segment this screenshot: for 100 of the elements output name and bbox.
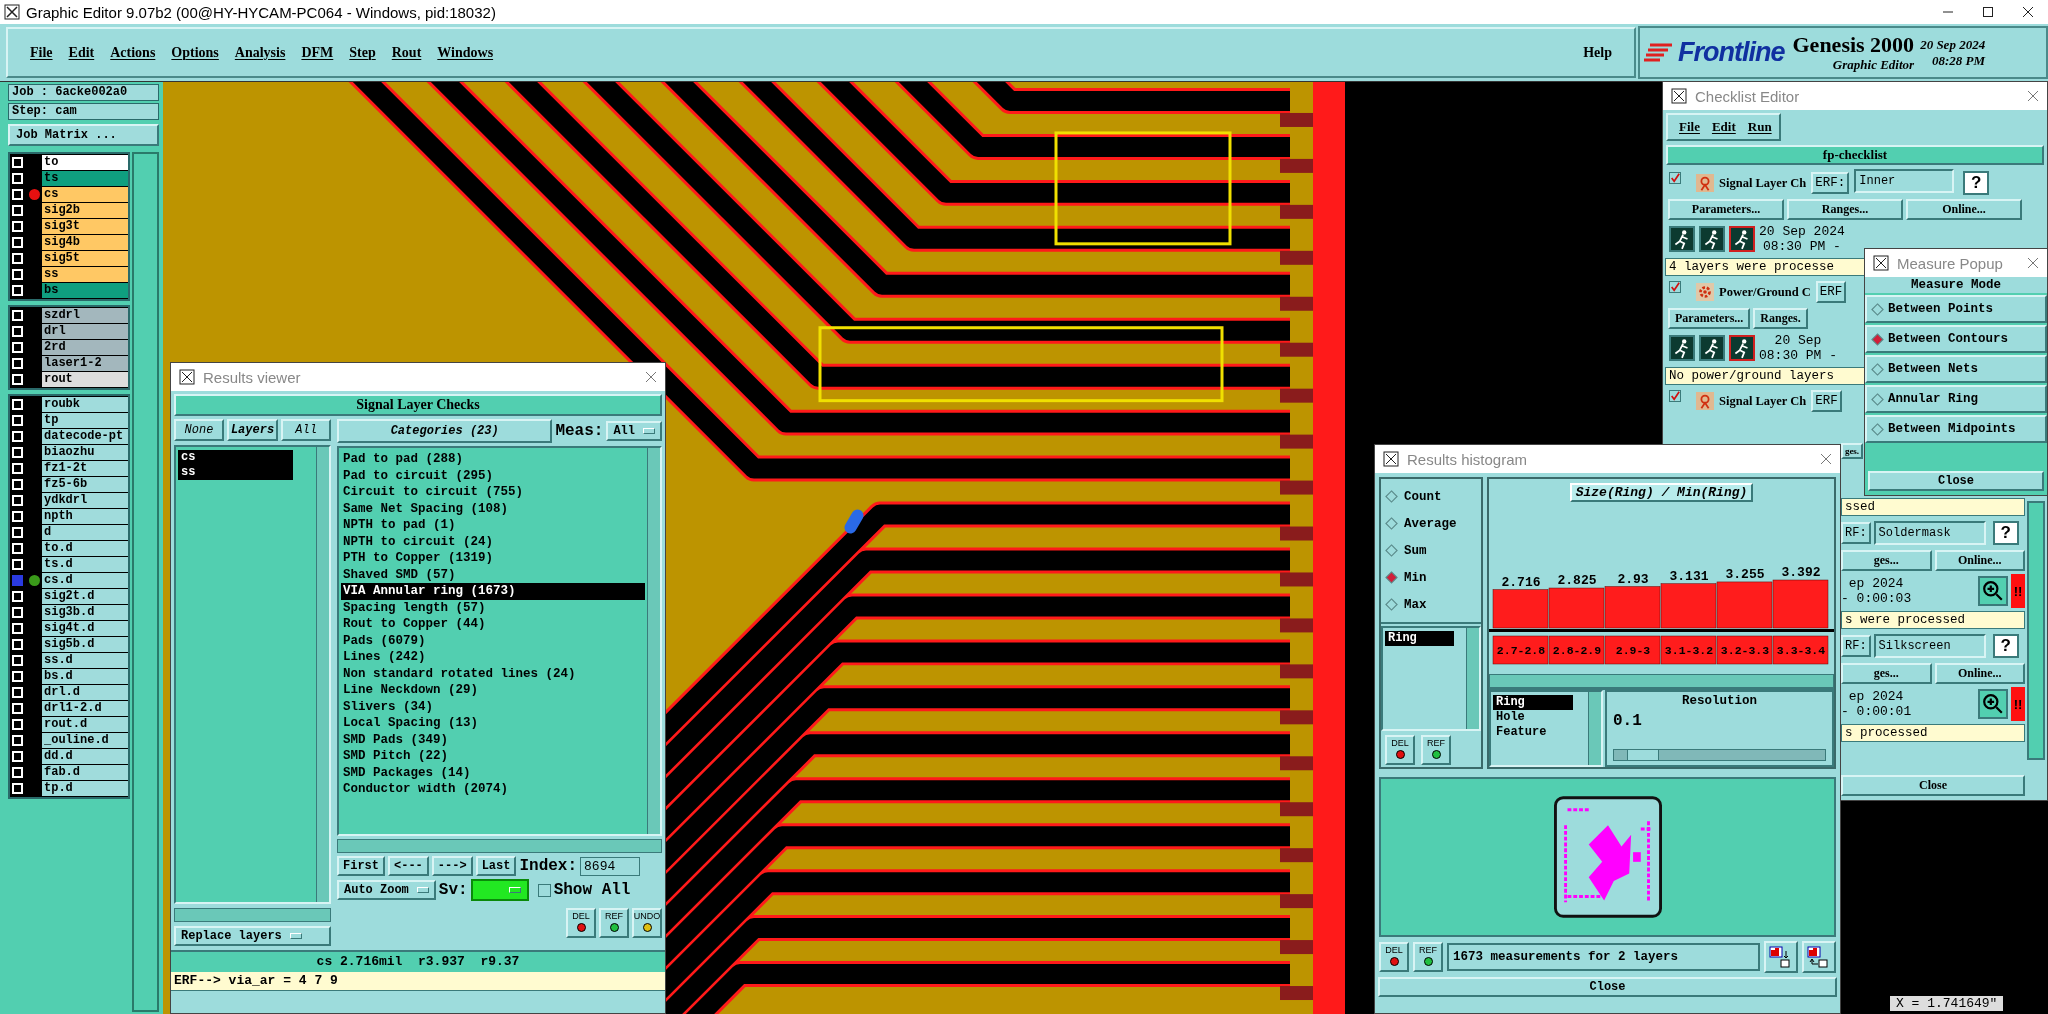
menu-item[interactable]: Options [163, 44, 227, 61]
layer-name[interactable]: rout [42, 372, 128, 387]
action-button[interactable]: DEL [566, 908, 596, 938]
categories-button[interactable]: Categories (23) [337, 419, 553, 443]
action-button[interactable]: REF [1413, 942, 1443, 972]
list-item[interactable]: NPTH to pad (1) [341, 517, 645, 534]
list-item[interactable]: Rout to Copper (44) [341, 616, 645, 633]
layer-name[interactable]: sig3t [42, 219, 128, 234]
check-action-button[interactable]: Online... [1934, 550, 2025, 571]
menu-item[interactable]: Actions [102, 44, 164, 61]
measure-mode-option[interactable]: Annular Ring [1865, 385, 2047, 413]
close-button[interactable]: Close [1841, 775, 2025, 796]
maximize-icon[interactable] [1982, 6, 1994, 18]
replace-layers-dropdown[interactable]: Replace layers [174, 926, 331, 946]
layer-name[interactable]: ydkdrl [42, 493, 128, 508]
layer-name[interactable]: sig3b.d [42, 605, 128, 620]
menu-item[interactable]: Rout [383, 44, 430, 61]
list-item[interactable]: VIA Annular ring (1673) [341, 583, 645, 600]
layer-name[interactable]: sig2b [42, 203, 128, 218]
layer-name[interactable]: sig4t.d [42, 621, 128, 636]
layer-name[interactable]: biaozhu [42, 445, 128, 460]
zoom-button[interactable] [1978, 576, 2008, 606]
index-field[interactable]: 8694 [580, 856, 641, 876]
list-item[interactable]: SMD Packages (14) [341, 764, 645, 781]
list-item[interactable]: Hole [1493, 710, 1574, 725]
layer-name[interactable]: drl.d [42, 685, 128, 700]
check-checkbox[interactable] [1669, 172, 1681, 184]
action-button[interactable]: UNDO [632, 908, 662, 938]
layer-name[interactable]: sig5b.d [42, 637, 128, 652]
action-button[interactable]: REF [599, 908, 629, 938]
erf-field[interactable]: Soldermask [1873, 521, 1986, 545]
layer-name[interactable]: laser1-2 [42, 356, 128, 371]
statistic-option[interactable]: Average [1385, 510, 1477, 537]
layer-name[interactable]: fz5-6b [42, 477, 128, 492]
layer-name[interactable]: roubk [42, 397, 128, 412]
layer-name[interactable]: cs [42, 187, 128, 202]
close-button[interactable]: Close [1868, 471, 2044, 491]
resolution-slider[interactable] [1613, 749, 1826, 761]
meas-dropdown[interactable]: All [606, 421, 662, 441]
layer-name[interactable]: datecode-pt [42, 429, 128, 444]
list-item[interactable]: Circuit to circuit (755) [341, 484, 645, 501]
zoom-mode-dropdown[interactable]: Auto Zoom [337, 880, 436, 900]
list-item[interactable]: cs [178, 450, 293, 465]
list-item[interactable]: Lines (242) [341, 649, 645, 666]
slider-thumb[interactable] [1626, 749, 1659, 761]
layer-name[interactable]: fab.d [42, 765, 128, 780]
erf-field[interactable]: Inner [1854, 169, 1955, 193]
navigation-button[interactable]: <--- [388, 856, 429, 876]
scrollbar[interactable] [647, 448, 660, 834]
zoom-button[interactable] [1978, 689, 2008, 719]
show-all-checkbox[interactable] [537, 883, 551, 897]
list-item[interactable]: Pad to pad (288) [341, 451, 645, 468]
layer-name[interactable]: ss [42, 267, 128, 282]
layer-name[interactable]: rout.d [42, 717, 128, 732]
navigation-button[interactable]: First [337, 856, 385, 876]
layer-name[interactable]: tp.d [42, 781, 128, 796]
severity-dropdown[interactable] [470, 879, 529, 901]
check-action-button[interactable]: ges. [1841, 443, 1863, 459]
list-item[interactable]: Spacing length (57) [341, 599, 645, 616]
check-action-button[interactable]: Parameters... [1668, 199, 1784, 220]
list-item[interactable]: Ring [1385, 631, 1455, 646]
layer-name[interactable]: drl [42, 324, 128, 339]
check-action-button[interactable]: ges... [1841, 550, 1932, 571]
layer-name[interactable]: _ouline.d [42, 733, 128, 748]
action-button[interactable]: DEL [1379, 942, 1409, 972]
measure-mode-option[interactable]: Between Nets [1865, 355, 2047, 383]
menu-item[interactable]: DFM [293, 44, 342, 61]
menu-item[interactable]: File [1676, 119, 1703, 135]
layer-filter-button[interactable]: Layers [226, 419, 279, 441]
scrollbar[interactable] [132, 152, 159, 1012]
scrollbar[interactable] [1588, 692, 1601, 765]
list-item[interactable]: Pad to circuit (295) [341, 467, 645, 484]
check-checkbox[interactable] [1669, 281, 1681, 293]
check-action-button[interactable]: Ranges... [1787, 199, 1903, 220]
layer-name[interactable]: szdrl [42, 308, 128, 323]
layer-checkbox[interactable] [12, 575, 23, 586]
layer-name[interactable]: sig5t [42, 251, 128, 266]
layer-name[interactable]: tp [42, 413, 128, 428]
import-chart-button[interactable] [1802, 941, 1836, 973]
list-item[interactable]: Line Neckdown (29) [341, 682, 645, 699]
layer-name[interactable]: ss.d [42, 653, 128, 668]
check-action-button[interactable]: Parameters... [1668, 308, 1751, 329]
menu-item[interactable]: Analysis [226, 44, 294, 61]
menu-item[interactable]: Windows [429, 44, 502, 61]
check-action-button[interactable]: ges... [1841, 663, 1932, 684]
layer-name[interactable]: 2rd [42, 340, 128, 355]
help-button[interactable]: ? [1992, 521, 2019, 545]
action-button[interactable]: DEL [1385, 735, 1415, 765]
list-item[interactable]: SMD Pads (349) [341, 731, 645, 748]
close-icon[interactable] [2022, 6, 2034, 18]
list-item[interactable]: Non standard rotated lines (24) [341, 665, 645, 682]
statistic-option[interactable]: Sum [1385, 537, 1477, 564]
help-button[interactable]: ? [1992, 634, 2019, 658]
list-item[interactable]: PTH to Copper (1319) [341, 550, 645, 567]
measure-mode-option[interactable]: Between Contours [1865, 325, 2047, 353]
layer-filter-button[interactable]: None [174, 419, 224, 441]
scrollbar[interactable] [1489, 674, 1834, 688]
close-button[interactable]: Close [1378, 977, 1837, 997]
menu-item[interactable]: Run [1744, 119, 1775, 135]
statistic-option[interactable]: Min [1385, 564, 1477, 591]
